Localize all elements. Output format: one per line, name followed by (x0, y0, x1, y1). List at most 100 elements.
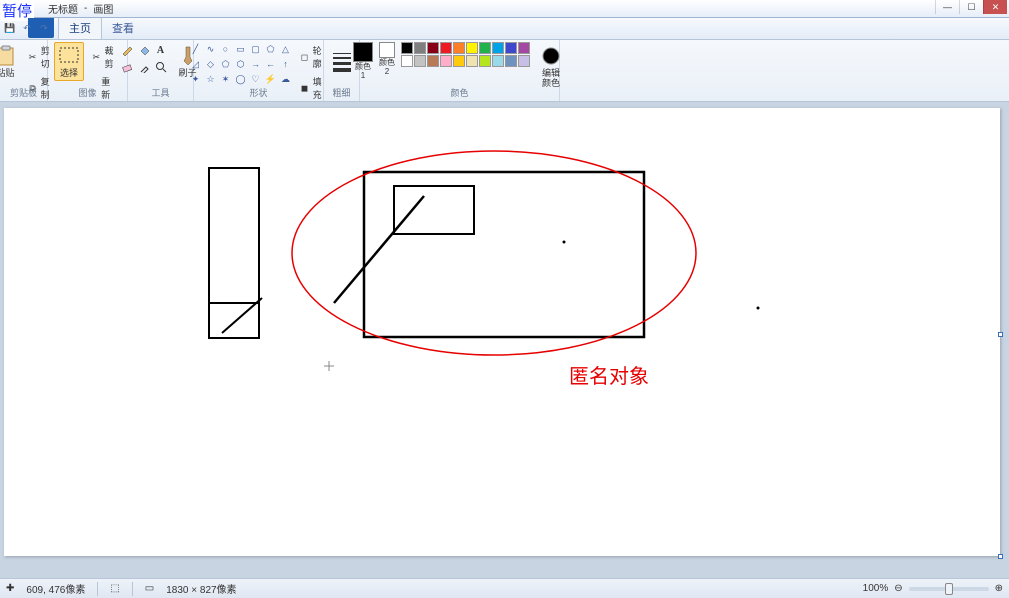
color2-swatch (379, 42, 395, 58)
magnify-tool-icon[interactable] (153, 59, 169, 75)
edit-colors-button[interactable]: 编辑颜色 (536, 42, 566, 91)
picker-tool-icon[interactable] (136, 59, 152, 75)
palette-color[interactable] (414, 55, 426, 67)
zoom-in-button[interactable]: ⊕ (995, 583, 1003, 594)
palette-color[interactable] (427, 55, 439, 67)
palette-color[interactable] (401, 55, 413, 67)
shape-star4-icon[interactable]: ✦ (189, 72, 203, 86)
pencil-tool-icon[interactable] (119, 42, 135, 58)
group-label-shapes: 形状 (194, 86, 323, 99)
group-label-tools: 工具 (128, 86, 193, 99)
stroke-lines-icon (333, 53, 351, 72)
shape-polygon-icon[interactable]: ⬠ (264, 42, 278, 56)
doc-name: 无标题 (48, 1, 78, 16)
canvas[interactable]: 匿名对象 (4, 108, 1000, 556)
palette-color[interactable] (453, 55, 465, 67)
crop-label: 裁剪 (105, 44, 119, 70)
color1-button[interactable]: 颜色 1 (353, 42, 373, 80)
shape-pentagon-icon[interactable]: ⬠ (219, 57, 233, 71)
select-button[interactable]: 选择 (54, 42, 84, 81)
shape-arrowu-icon[interactable]: ↑ (279, 57, 293, 71)
shape-arrowr-icon[interactable]: → (249, 57, 263, 71)
shape-heart-icon[interactable]: ♡ (249, 72, 263, 86)
color-palette (401, 42, 530, 67)
window-title: 无标题 - 画图 (48, 1, 113, 16)
shape-rtriangle-icon[interactable]: ◿ (189, 57, 203, 71)
canvas-size-icon: ▭ (145, 583, 154, 594)
shapes-gallery[interactable]: ╱ ∿ ○ ▭ ▢ ⬠ △ ◿ ◇ ⬠ ⬡ → ← ↑ ✦ ☆ ✶ ◯ ♡ ⚡ (189, 42, 293, 86)
group-label-image: 图像 (48, 86, 127, 99)
shape-diamond-icon[interactable]: ◇ (204, 57, 218, 71)
crop-button[interactable]: ✂裁剪 (88, 42, 121, 72)
palette-color[interactable] (427, 42, 439, 54)
palette-color[interactable] (453, 42, 465, 54)
paste-label: 粘贴 (0, 68, 15, 78)
eraser-tool-icon[interactable] (119, 59, 135, 75)
palette-color[interactable] (466, 42, 478, 54)
cursor-position-icon: ✚ (6, 583, 14, 594)
tab-view[interactable]: 查看 (102, 17, 144, 39)
palette-color[interactable] (505, 42, 517, 54)
close-button[interactable]: ✕ (983, 0, 1007, 14)
shape-arrowl-icon[interactable]: ← (264, 57, 278, 71)
qat-redo-icon[interactable]: ↷ (36, 20, 52, 36)
shape-star5-icon[interactable]: ☆ (204, 72, 218, 86)
shape-star6-icon[interactable]: ✶ (219, 72, 233, 86)
title-bar: 暂停 无标题 - 画图 — ☐ ✕ (0, 0, 1009, 18)
text-tool-icon[interactable]: A (153, 42, 169, 58)
shape-triangle-icon[interactable]: △ (279, 42, 293, 56)
palette-color[interactable] (518, 55, 530, 67)
window-controls: — ☐ ✕ (935, 0, 1007, 14)
select-rect-icon (58, 45, 80, 67)
palette-color[interactable] (518, 42, 530, 54)
color1-label: 颜色 1 (353, 62, 373, 80)
group-tools: A 刷子 工具 (128, 40, 194, 101)
stroke-width-button[interactable] (327, 42, 357, 82)
maximize-button[interactable]: ☐ (959, 0, 983, 14)
outline-icon: ◻ (300, 50, 310, 64)
palette-color[interactable] (401, 42, 413, 54)
color2-button[interactable]: 颜色 2 (379, 42, 395, 76)
group-label-colors: 颜色 (360, 86, 559, 99)
zoom-out-button[interactable]: ⊖ (894, 583, 902, 594)
paste-button[interactable]: 粘贴 (0, 42, 21, 81)
fill-tool-icon[interactable] (136, 42, 152, 58)
palette-color[interactable] (492, 55, 504, 67)
resize-handle-e[interactable] (998, 332, 1003, 337)
zoom-thumb[interactable] (945, 583, 953, 595)
status-bar: ✚ 609, 476像素 ⬚ ▭ 1830 × 827像素 100% ⊖ ⊕ (0, 578, 1009, 598)
shape-line-icon[interactable]: ╱ (189, 42, 203, 56)
selection-size-icon: ⬚ (110, 583, 119, 594)
qat-save-icon[interactable]: 💾 (2, 20, 18, 36)
palette-color[interactable] (440, 55, 452, 67)
palette-color[interactable] (479, 55, 491, 67)
palette-color[interactable] (505, 55, 517, 67)
shape-hexagon-icon[interactable]: ⬡ (234, 57, 248, 71)
palette-color[interactable] (466, 55, 478, 67)
quick-access-toolbar: 💾 ↶ ↷ (2, 20, 52, 36)
palette-color[interactable] (479, 42, 491, 54)
shape-rect-icon[interactable]: ▭ (234, 42, 248, 56)
shape-lightning-icon[interactable]: ⚡ (264, 72, 278, 86)
shape-curve-icon[interactable]: ∿ (204, 42, 218, 56)
tab-home[interactable]: 主页 (58, 16, 102, 39)
shape-callout-icon[interactable]: ◯ (234, 72, 248, 86)
shape-cloud-icon[interactable]: ☁ (279, 72, 293, 86)
minimize-button[interactable]: — (935, 0, 959, 14)
qat-undo-icon[interactable]: ↶ (19, 20, 35, 36)
crop-icon: ✂ (91, 50, 102, 64)
zoom-slider[interactable] (909, 587, 989, 591)
shape-roundrect-icon[interactable]: ▢ (249, 42, 263, 56)
cursor-position: 609, 476像素 (26, 581, 85, 596)
resize-handle-se[interactable] (998, 554, 1003, 559)
color2-label: 颜色 2 (379, 58, 395, 76)
palette-color[interactable] (440, 42, 452, 54)
palette-color[interactable] (414, 42, 426, 54)
shape-oval-icon[interactable]: ○ (219, 42, 233, 56)
app-name: 画图 (93, 1, 113, 16)
canvas-dimensions: 1830 × 827像素 (166, 581, 236, 596)
scissors-icon: ✂ (28, 50, 38, 64)
color1-swatch (353, 42, 373, 62)
ribbon: 粘贴 ✂剪切 ⧉复制 剪贴板 选择 ✂裁剪 ⤢重新调整大小 ⟳旋转 图像 (0, 40, 1009, 102)
palette-color[interactable] (492, 42, 504, 54)
